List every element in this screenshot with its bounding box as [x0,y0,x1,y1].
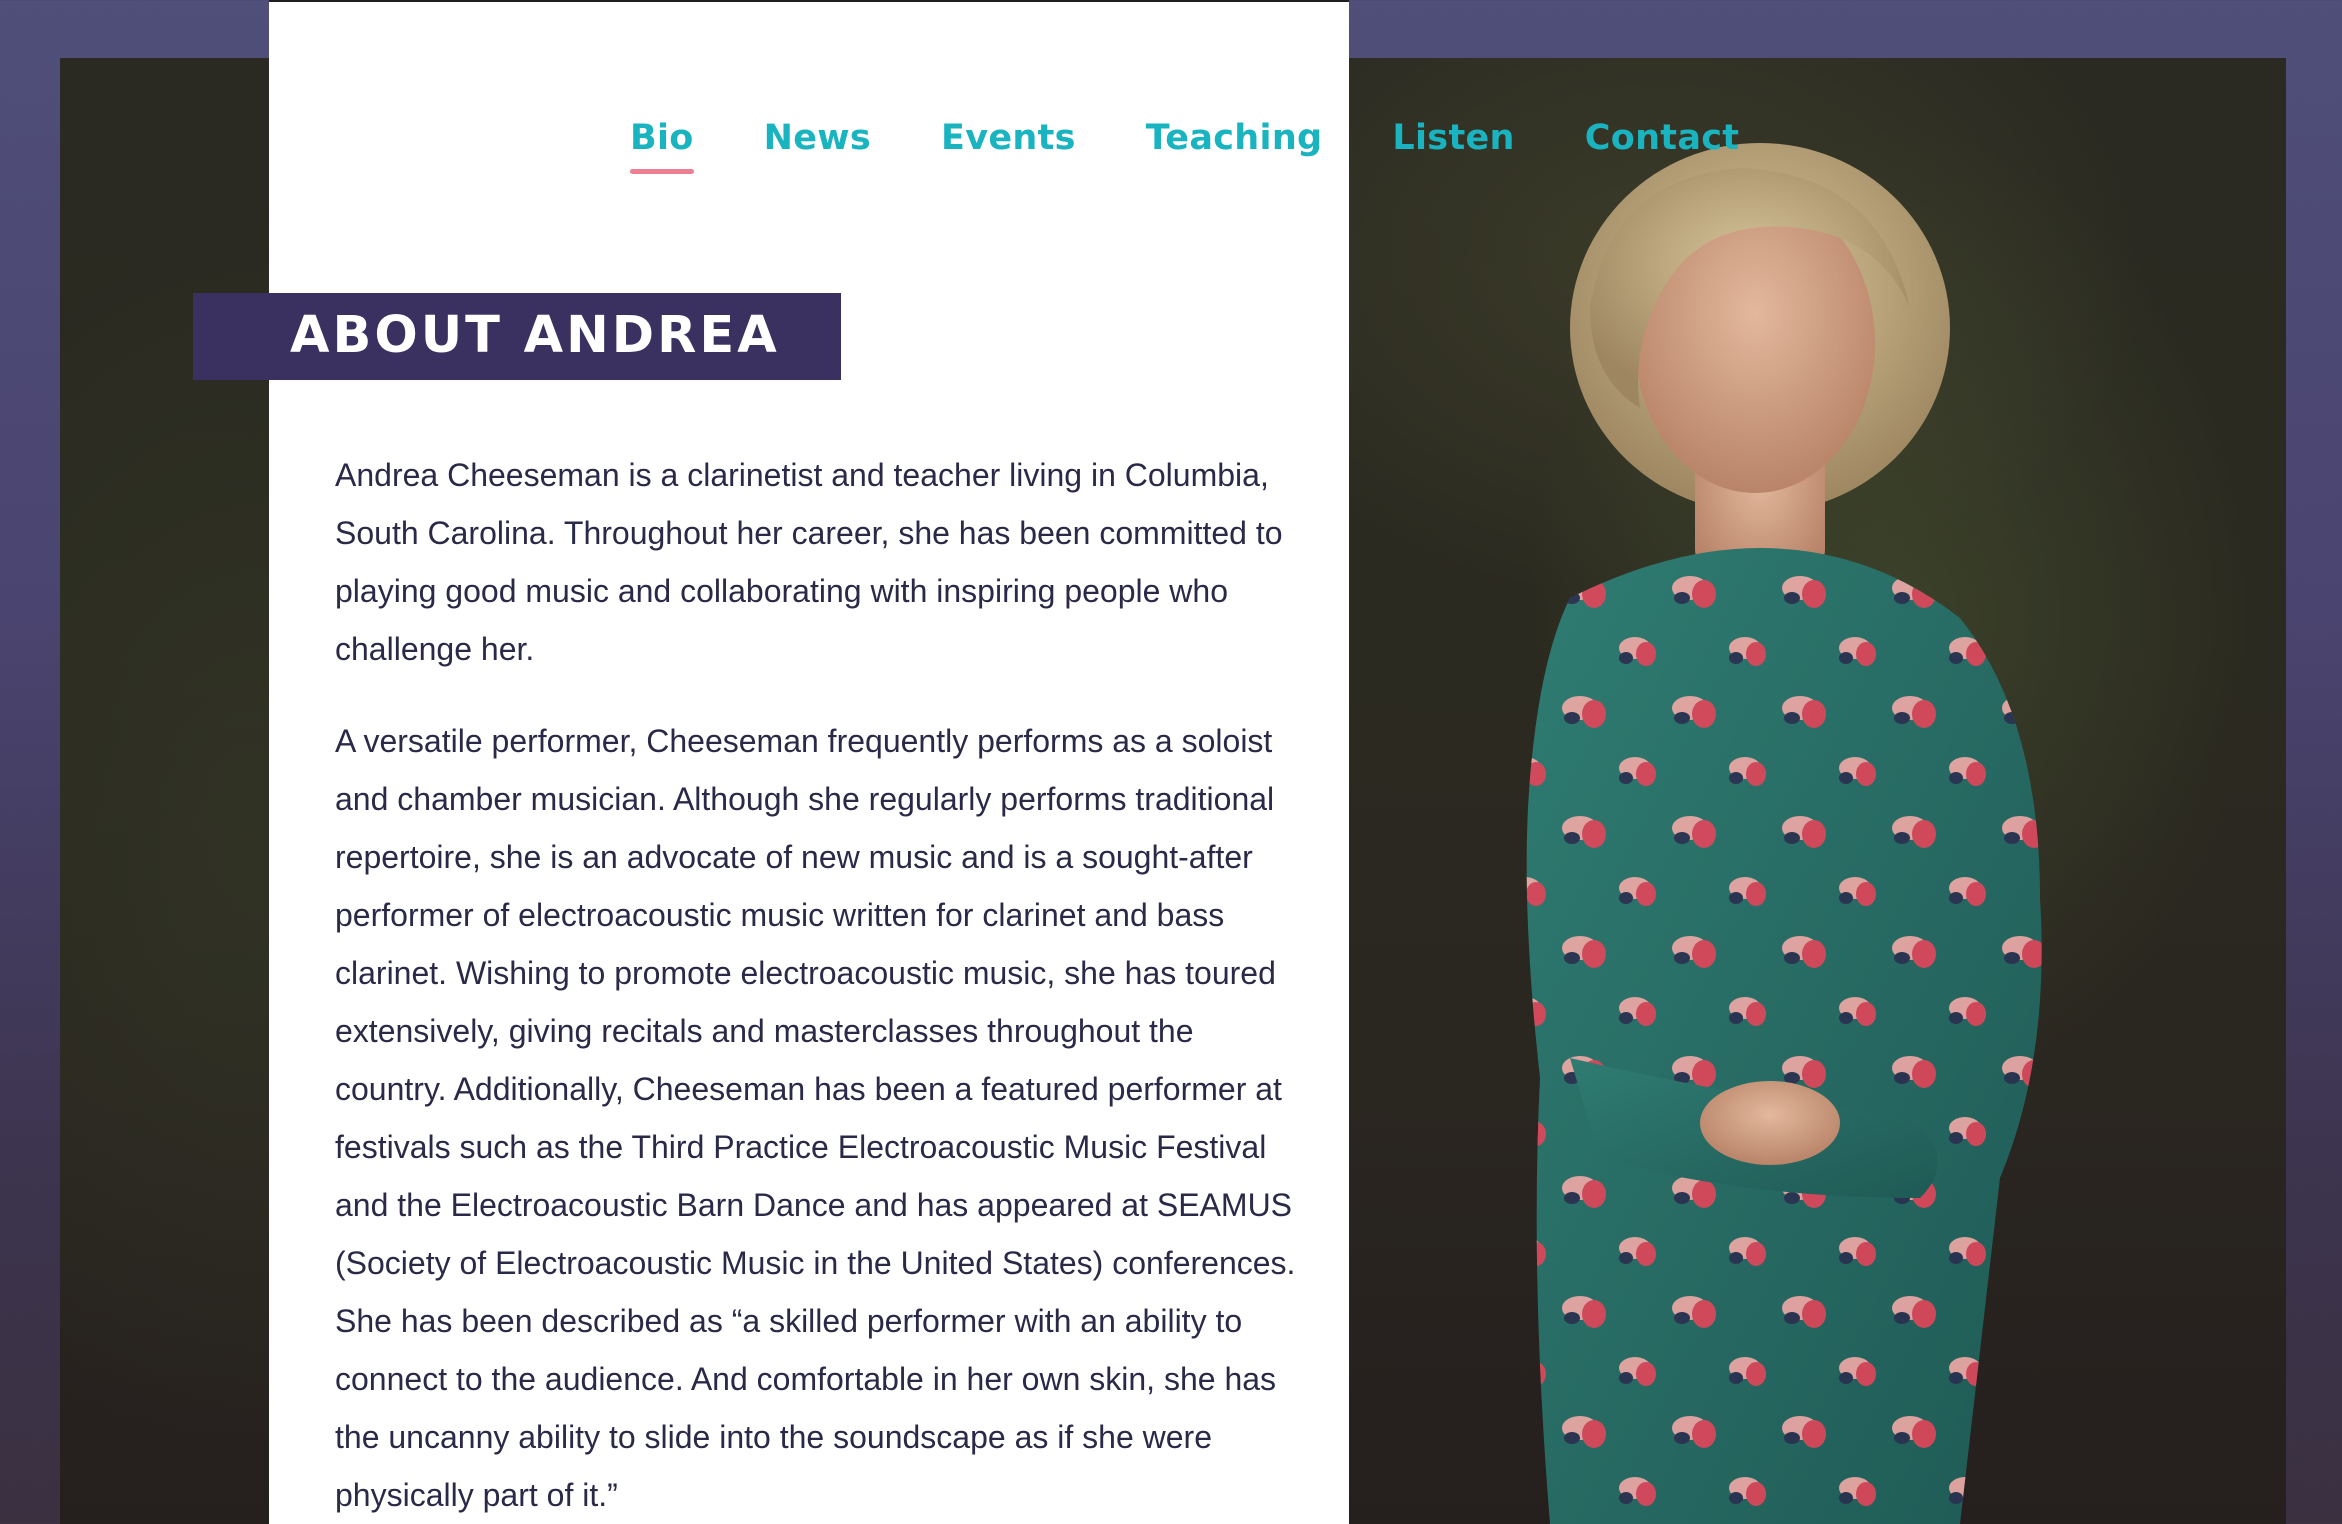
portrait-photo [1526,143,2042,1524]
bio-text: Andrea Cheeseman is a clarinetist and te… [335,446,1305,1524]
heading-banner: ABOUT ANDREA [193,293,841,380]
main-nav: Bio News Events Teaching Listen Contact [630,118,1809,174]
nav-contact-link[interactable]: Contact [1585,118,1740,158]
nav-listen-link[interactable]: Listen [1392,118,1514,158]
nav-bio-link[interactable]: Bio [630,118,694,174]
nav-news-link[interactable]: News [764,118,871,158]
page-title: ABOUT ANDREA [290,306,780,365]
bio-paragraph: A versatile performer, Cheeseman frequen… [335,723,1296,1513]
nav-teaching-link[interactable]: Teaching [1146,118,1323,158]
nav-events-link[interactable]: Events [941,118,1076,158]
bio-paragraph: Andrea Cheeseman is a clarinetist and te… [335,457,1283,667]
